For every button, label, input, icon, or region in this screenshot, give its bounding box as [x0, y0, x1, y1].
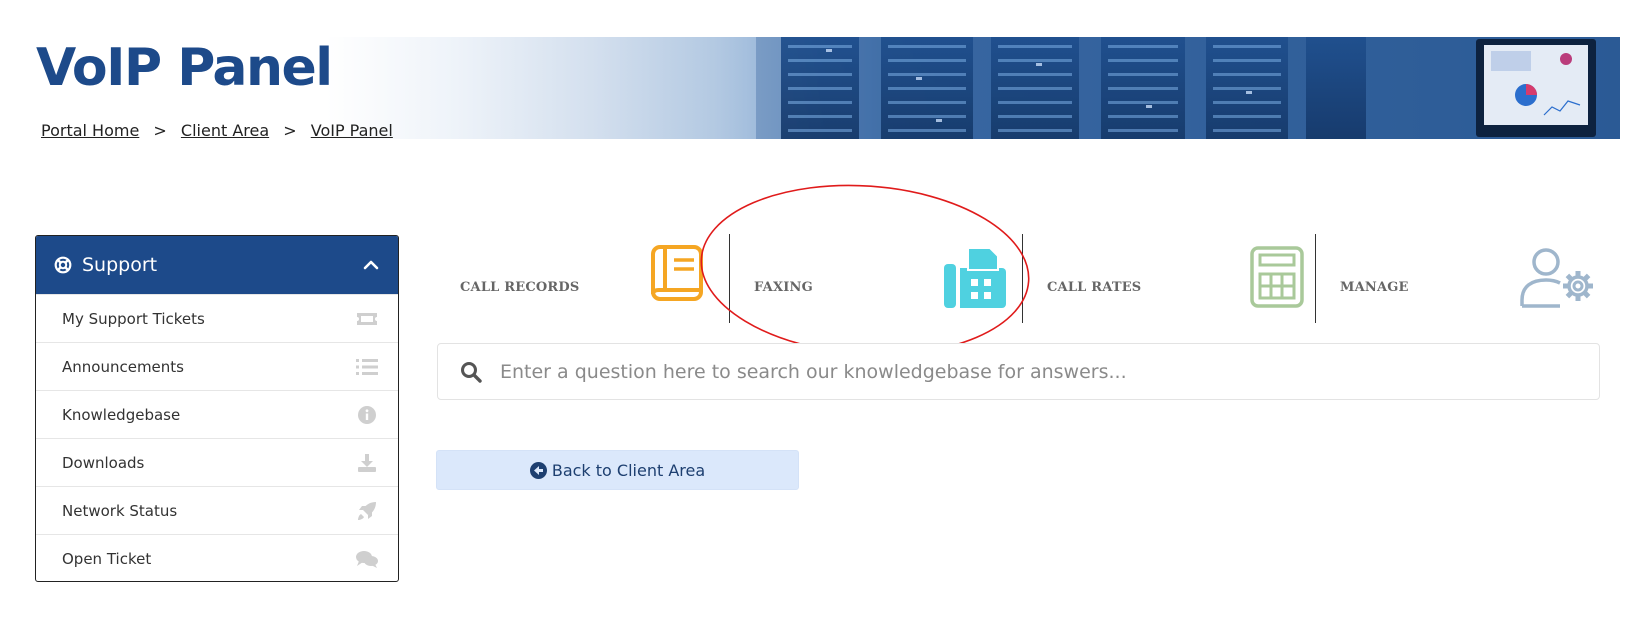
comments-icon	[356, 549, 378, 569]
feature-label: CALL RECORDS	[460, 280, 580, 295]
sidebar-item-label: Open Ticket	[62, 549, 152, 568]
sidebar-item-announcements[interactable]: Announcements	[36, 342, 398, 390]
sidebar-item-open-ticket[interactable]: Open Ticket	[36, 534, 398, 581]
breadcrumb-client-area[interactable]: Client Area	[181, 121, 269, 140]
fax-icon	[944, 247, 1006, 308]
page-title: VoIP Panel	[36, 38, 333, 98]
breadcrumb-separator: >	[153, 121, 167, 140]
breadcrumb-voip-panel[interactable]: VoIP Panel	[311, 121, 393, 140]
user-settings-icon	[1520, 248, 1593, 308]
sidebar-item-label: Knowledgebase	[62, 405, 181, 424]
sidebar-item-label: Downloads	[62, 453, 145, 472]
ticket-icon	[356, 309, 378, 329]
feature-call-rates[interactable]: CALL RATES	[1047, 230, 1307, 324]
sidebar-item-label: My Support Tickets	[62, 309, 205, 328]
search-icon	[461, 361, 482, 383]
back-button-label: Back to Client Area	[551, 460, 706, 480]
info-icon	[356, 405, 378, 425]
feature-call-records[interactable]: CALL RECORDS	[460, 230, 710, 324]
breadcrumb-portal-home[interactable]: Portal Home	[41, 121, 139, 140]
sidebar-item-knowledgebase[interactable]: Knowledgebase	[36, 390, 398, 438]
back-to-client-area-button[interactable]: Back to Client Area	[436, 450, 799, 490]
arrow-circle-left-icon	[529, 461, 547, 479]
sidebar-item-downloads[interactable]: Downloads	[36, 438, 398, 486]
feature-manage[interactable]: MANAGE	[1340, 230, 1610, 324]
feature-label: CALL RATES	[1047, 280, 1142, 295]
book-icon	[651, 245, 703, 301]
list-icon	[356, 357, 378, 377]
sidebar-item-label: Network Status	[62, 501, 178, 520]
search-input[interactable]	[500, 351, 1599, 392]
nav-divider	[1315, 234, 1316, 323]
chevron-up-icon[interactable]	[362, 256, 380, 274]
calculator-icon	[1250, 246, 1304, 308]
breadcrumb: Portal Home > Client Area > VoIP Panel	[41, 121, 393, 140]
sidebar-header-support[interactable]: Support	[36, 236, 398, 294]
knowledgebase-search	[437, 343, 1600, 400]
sidebar-item-my-support-tickets[interactable]: My Support Tickets	[36, 294, 398, 342]
sidebar-item-network-status[interactable]: Network Status	[36, 486, 398, 534]
breadcrumb-separator: >	[283, 121, 297, 140]
sidebar-title: Support	[82, 254, 158, 276]
nav-divider	[729, 234, 730, 323]
feature-label: MANAGE	[1340, 280, 1409, 295]
rocket-icon	[356, 501, 378, 521]
nav-divider	[1022, 234, 1023, 323]
download-icon	[356, 453, 378, 473]
feature-label: FAXING	[754, 280, 813, 295]
sidebar-item-label: Announcements	[62, 357, 184, 376]
life-ring-icon	[54, 256, 72, 274]
support-sidebar: Support My Support Tickets Announcements…	[35, 235, 399, 582]
feature-faxing[interactable]: FAXING	[754, 230, 1014, 324]
